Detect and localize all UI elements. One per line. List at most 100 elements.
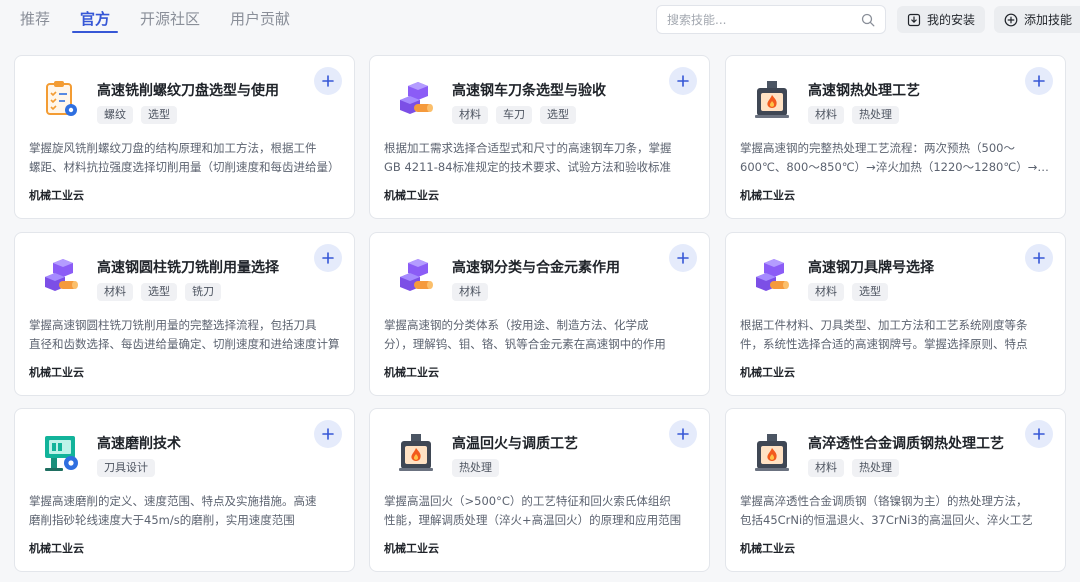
skill-description: 掌握高速钢的完整热处理工艺流程：两次预热（500～ 600℃、800～850℃）→… (740, 139, 1052, 177)
skill-description-line: 根据加工需求选择合适型式和尺寸的高速钢车刀条，掌握 (384, 141, 672, 155)
add-skill-plus-button[interactable] (1025, 67, 1053, 95)
skill-description-line: 掌握高速钢圆柱铣刀铣削用量的完整选择流程，包括刀具 (29, 318, 317, 332)
tab-official[interactable]: 官方 (72, 0, 119, 33)
skill-description: 掌握高速钢圆柱铣刀铣削用量的完整选择流程，包括刀具直径和齿数选择、每齿进给量确定… (29, 316, 341, 354)
skill-title: 高速钢圆柱铣刀铣削用量选择 (97, 260, 279, 276)
skill-card[interactable]: 高速钢热处理工艺 材料 热处理掌握高速钢的完整热处理工艺流程：两次预热（500～ 60… (725, 55, 1066, 219)
skill-title: 高速钢车刀条选型与验收 (452, 83, 606, 99)
skill-tag: 选型 (852, 283, 888, 301)
add-skill-plus-button[interactable] (669, 67, 697, 95)
my-installs-button[interactable]: 我的安装 (897, 6, 985, 33)
skill-description-line: 磨削指砂轮线速度大于45m/s的磨削，实用速度范围 (29, 513, 295, 527)
skill-author: 机械工业云 (740, 189, 795, 202)
skill-description: 根据加工需求选择合适型式和尺寸的高速钢车刀条，掌握 GB 4211-84标准规定的… (384, 139, 696, 177)
skill-description: 根据工件材料、刀具类型、加工方法和工艺系统刚度等条 件，系统性选择合适的高速钢牌号… (740, 316, 1052, 354)
add-skill-plus-button[interactable] (314, 244, 342, 272)
skill-tags: 材料 车刀 选型 (452, 106, 584, 124)
skill-card[interactable]: 高速磨削技术 刀具设计掌握高速磨削的定义、速度范围、特点及实施措施。高速 磨削指砂轮… (14, 408, 355, 572)
add-skill-plus-button[interactable] (314, 67, 342, 95)
plus-icon (1033, 428, 1045, 440)
skill-card[interactable]: 高速钢车刀条选型与验收 材料 车刀 选型根据加工需求选择合适型式和尺寸的高速钢车刀条，… (369, 55, 710, 219)
skill-card[interactable]: 高温回火与调质工艺 热处理掌握高温回火（>500°C）的工艺特征和回火索氏体组织性… (369, 408, 710, 572)
skill-tag: 选型 (141, 106, 177, 124)
skill-tag: 材料 (808, 459, 844, 477)
skill-description-line: 掌握高温回火（>500°C）的工艺特征和回火索氏体组织 (384, 494, 671, 508)
skill-description-line: 分），理解钨、钼、铬、钒等合金元素在高速钢中的作用 (384, 337, 666, 351)
skill-description-line: 600℃、800～850℃）→淬火加热（1220～1280℃）→回火 (740, 160, 1052, 174)
add-skill-plus-button[interactable] (314, 420, 342, 448)
add-skill-plus-button[interactable] (669, 420, 697, 448)
skill-description-line: 直径和齿数选择、每齿进给量确定、切削速度和进给速度计算 (29, 337, 340, 351)
skill-tag: 材料 (452, 283, 488, 301)
skill-tag: 材料 (808, 106, 844, 124)
skill-title: 高淬透性合金调质钢热处理工艺 (808, 436, 1004, 452)
skill-card[interactable]: 高速铣削螺纹刀盘选型与使用 螺纹 选型 掌握旋风铣削螺纹刀盘的结构原理和加工方法，根据… (14, 55, 355, 219)
skill-tags: 材料 选型 铣刀 (97, 283, 229, 301)
material-blocks-icon (750, 255, 794, 299)
skill-description-line: 件，系统性选择合适的高速钢牌号。掌握选择原则、特点 (740, 337, 1028, 351)
skill-tag: 热处理 (852, 106, 899, 124)
skill-tags: 材料 (452, 283, 496, 301)
add-skill-plus-button[interactable] (669, 244, 697, 272)
skill-description-line: 性能，理解调质处理（淬火+高温回火）的原理和应用范围 (384, 513, 682, 527)
skill-description: 掌握旋风铣削螺纹刀盘的结构原理和加工方法，根据工件螺距、材料抗拉强度选择切削用量… (29, 139, 341, 177)
skill-title: 高速钢分类与合金元素作用 (452, 260, 620, 276)
skill-description-line: 掌握高速钢的分类体系（按用途、制造方法、化学成 (384, 318, 649, 332)
search-icon[interactable] (861, 13, 875, 27)
machine-gear-icon (39, 431, 83, 475)
skill-title: 高速钢刀具牌号选择 (808, 260, 934, 276)
skill-tag: 热处理 (452, 459, 499, 477)
skill-description-line: 掌握高淬透性合金调质钢（铬镍钢为主）的热处理方法， (740, 494, 1028, 508)
tab-user-contributed[interactable]: 用户贡献 (230, 0, 290, 33)
skill-description: 掌握高速磨削的定义、速度范围、特点及实施措施。高速 磨削指砂轮线速度大于45m/s… (29, 492, 341, 530)
skill-tag: 材料 (808, 283, 844, 301)
skill-author: 机械工业云 (740, 366, 795, 379)
plus-icon (322, 428, 334, 440)
skill-tag: 热处理 (852, 459, 899, 477)
tab-open-source[interactable]: 开源社区 (140, 0, 200, 33)
search-box (656, 5, 886, 34)
plus-icon (677, 75, 689, 87)
skill-author: 机械工业云 (29, 189, 84, 202)
skill-description-line: 掌握高速磨削的定义、速度范围、特点及实施措施。高速 (29, 494, 317, 508)
skill-description-line: 螺距、材料抗拉强度选择切削用量（切削速度和每齿进给量） (29, 160, 340, 174)
plus-icon (322, 75, 334, 87)
plus-icon (677, 252, 689, 264)
plus-icon (1033, 252, 1045, 264)
skill-description: 掌握高速钢的分类体系（按用途、制造方法、化学成分），理解钨、钼、铬、钒等合金元素… (384, 316, 696, 354)
skill-card[interactable]: 高速钢分类与合金元素作用 材料掌握高速钢的分类体系（按用途、制造方法、化学成分），… (369, 232, 710, 396)
skill-tag: 铣刀 (185, 283, 221, 301)
material-blocks-icon (394, 78, 438, 122)
material-blocks-icon (39, 255, 83, 299)
download-box-icon (907, 13, 921, 27)
skill-tags: 刀具设计 (97, 459, 163, 477)
skill-author: 机械工业云 (384, 542, 439, 555)
search-input[interactable] (667, 12, 861, 27)
skill-tags: 螺纹 选型 (97, 106, 185, 124)
furnace-icon (750, 78, 794, 122)
tab-recommended[interactable]: 推荐 (20, 0, 50, 33)
skill-title: 高速钢热处理工艺 (808, 83, 920, 99)
skill-card[interactable]: 高速钢刀具牌号选择 材料 选型根据工件材料、刀具类型、加工方法和工艺系统刚度等条 件，… (725, 232, 1066, 396)
skill-card[interactable]: 高速钢圆柱铣刀铣削用量选择 材料 选型 铣刀掌握高速钢圆柱铣刀铣削用量的完整选择流程，… (14, 232, 355, 396)
add-skill-plus-button[interactable] (1025, 244, 1053, 272)
plus-icon (677, 428, 689, 440)
add-skill-button[interactable]: 添加技能 (994, 6, 1080, 33)
skill-tag: 材料 (452, 106, 488, 124)
skill-title: 高温回火与调质工艺 (452, 436, 578, 452)
skill-tag: 螺纹 (97, 106, 133, 124)
skill-card[interactable]: 高淬透性合金调质钢热处理工艺 材料 热处理掌握高淬透性合金调质钢（铬镍钢为主）的热处… (725, 408, 1066, 572)
plus-icon (322, 252, 334, 264)
skill-tags: 热处理 (452, 459, 507, 477)
skill-description: 掌握高温回火（>500°C）的工艺特征和回火索氏体组织 性能，理解调质处理（淬火+… (384, 492, 696, 530)
category-tabs: 推荐 官方 开源社区 用户贡献 (20, 0, 320, 33)
clipboard-gear-icon (39, 78, 83, 122)
skill-description-line: GB 4211-84标准规定的技术要求、试验方法和验收标准 (384, 160, 672, 174)
add-skill-label: 添加技能 (1024, 13, 1073, 27)
add-skill-plus-button[interactable] (1025, 420, 1053, 448)
skill-tag: 材料 (97, 283, 133, 301)
skill-description: 掌握高淬透性合金调质钢（铬镍钢为主）的热处理方法， 包括45CrNi的恒温退火、3… (740, 492, 1052, 530)
skill-description-line: 掌握旋风铣削螺纹刀盘的结构原理和加工方法，根据工件 (29, 141, 317, 155)
skill-tags: 材料 热处理 (808, 106, 907, 124)
skill-title: 高速磨削技术 (97, 436, 181, 452)
